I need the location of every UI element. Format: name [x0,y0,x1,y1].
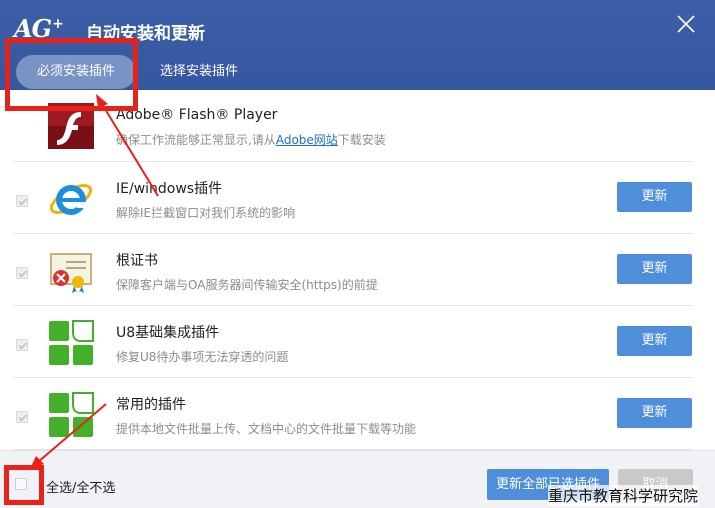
close-icon[interactable] [674,12,698,36]
plugin-description: 修复U8待办事项无法穿透的问题 [116,350,289,364]
watermark-text: 重庆市教育科学研究院 [548,485,699,506]
list-item: U8基础集成插件 修复U8待办事项无法穿透的问题 更新 [14,306,693,378]
common-plugin-icon [48,392,94,438]
plugin-name: U8基础集成插件 [116,325,220,341]
list-item: 常用的插件 提供本地文件批量上传、文档中心的文件批量下载等功能 更新 [14,378,693,450]
plugin-checkbox[interactable] [16,339,28,351]
plugin-checkbox[interactable] [16,195,28,207]
select-all-label: 全选/全不选 [46,481,116,496]
update-button[interactable]: 更新 [617,326,692,356]
plugin-description: 提供本地文件批量上传、文档中心的文件批量下载等功能 [116,422,417,436]
plugin-description: 保障客户端与OA服务器间传输安全(https)的前提 [116,278,378,292]
annotation-box-tab [5,38,138,111]
update-button[interactable]: 更新 [617,398,692,428]
plugin-description: 解除IE拦截窗口对我们系统的影响 [116,206,296,220]
plugin-name: 根证书 [116,253,158,269]
plugin-checkbox[interactable] [16,411,28,423]
certificate-icon [48,248,94,294]
tab-optional-plugins[interactable]: 选择安装插件 [146,55,252,89]
update-button[interactable]: 更新 [617,254,692,284]
list-item: IE/windows插件 解除IE拦截窗口对我们系统的影响 更新 [14,162,693,234]
annotation-box-select-all [4,465,44,505]
ie-icon [48,176,94,222]
plugin-checkbox[interactable] [16,267,28,279]
plugin-description: 确保工作流能够正常显示,请从Adobe网站下载安装 [116,133,386,147]
plugin-name: 常用的插件 [116,397,186,413]
plugin-name: Adobe® Flash® Player [116,107,278,123]
u8-icon [48,320,94,366]
plugin-name: IE/windows插件 [116,181,223,197]
adobe-site-link[interactable]: Adobe网站 [276,133,338,147]
update-button[interactable]: 更新 [617,182,692,212]
list-item: 根证书 保障客户端与OA服务器间传输安全(https)的前提 更新 [14,234,693,306]
